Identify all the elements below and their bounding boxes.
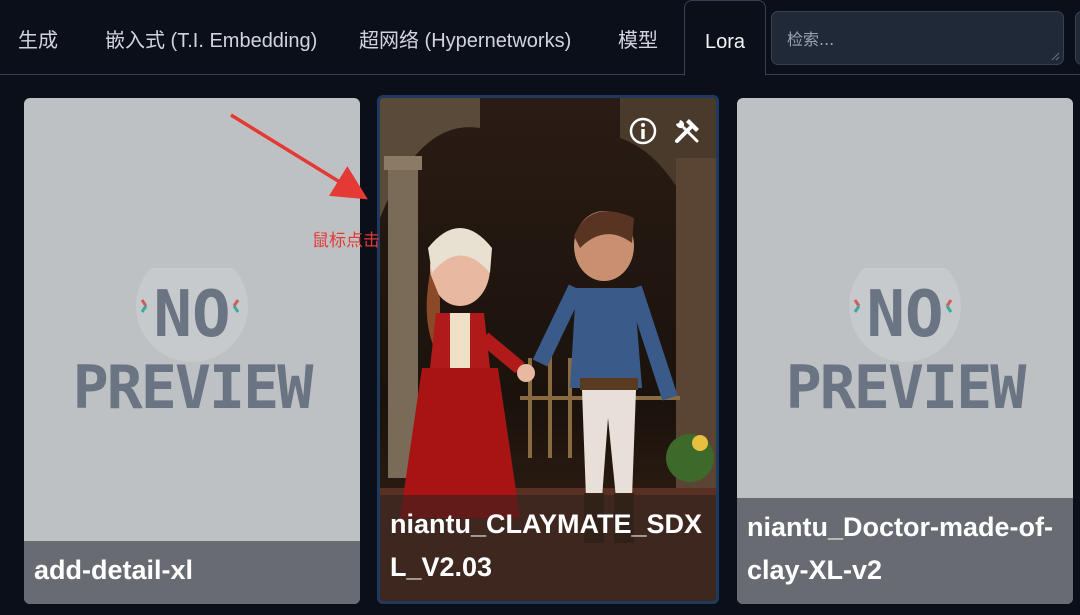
resize-grip-icon[interactable] — [1050, 51, 1060, 61]
tab-lora[interactable]: Lora — [684, 0, 766, 76]
card-name: niantu_CLAYMATE_SDXL_V2.03 — [380, 495, 716, 601]
card-name: add-detail-xl — [24, 541, 360, 604]
lora-card-selected[interactable]: niantu_CLAYMATE_SDXL_V2.03 — [377, 95, 719, 604]
svg-text:PREVIEW: PREVIEW — [786, 353, 1028, 423]
search-placeholder: 检索... — [787, 30, 835, 49]
info-icon[interactable] — [628, 116, 658, 146]
tools-icon[interactable] — [672, 116, 702, 146]
extra-networks-tabbar: 生成 嵌入式 (T.I. Embedding) 超网络 (Hypernetwor… — [0, 0, 1080, 76]
no-preview-image: NO PREVIEW — [786, 268, 1029, 423]
lora-card[interactable]: NO PREVIEW niantu_Doctor-made-of-clay-XL… — [737, 98, 1073, 604]
tab-checkpoints[interactable]: 模型 — [618, 0, 658, 75]
tab-textual-inversion[interactable]: 嵌入式 (T.I. Embedding) — [105, 0, 317, 75]
annotation-arrow — [230, 113, 368, 200]
svg-text:PREVIEW: PREVIEW — [73, 353, 315, 423]
svg-text:NO: NO — [153, 278, 230, 352]
tab-hypernetworks[interactable]: 超网络 (Hypernetworks) — [359, 0, 571, 75]
tab-generate[interactable]: 生成 — [18, 0, 58, 75]
no-preview-image: NO PREVIEW — [73, 268, 316, 423]
search-input[interactable]: 检索... — [771, 11, 1064, 65]
annotation-label: 鼠标点击 — [312, 231, 380, 251]
refresh-button[interactable] — [1075, 11, 1080, 65]
svg-text:NO: NO — [866, 278, 943, 352]
card-name: niantu_Doctor-made-of-clay-XL-v2 — [737, 498, 1073, 604]
card-action-icons — [628, 116, 702, 146]
